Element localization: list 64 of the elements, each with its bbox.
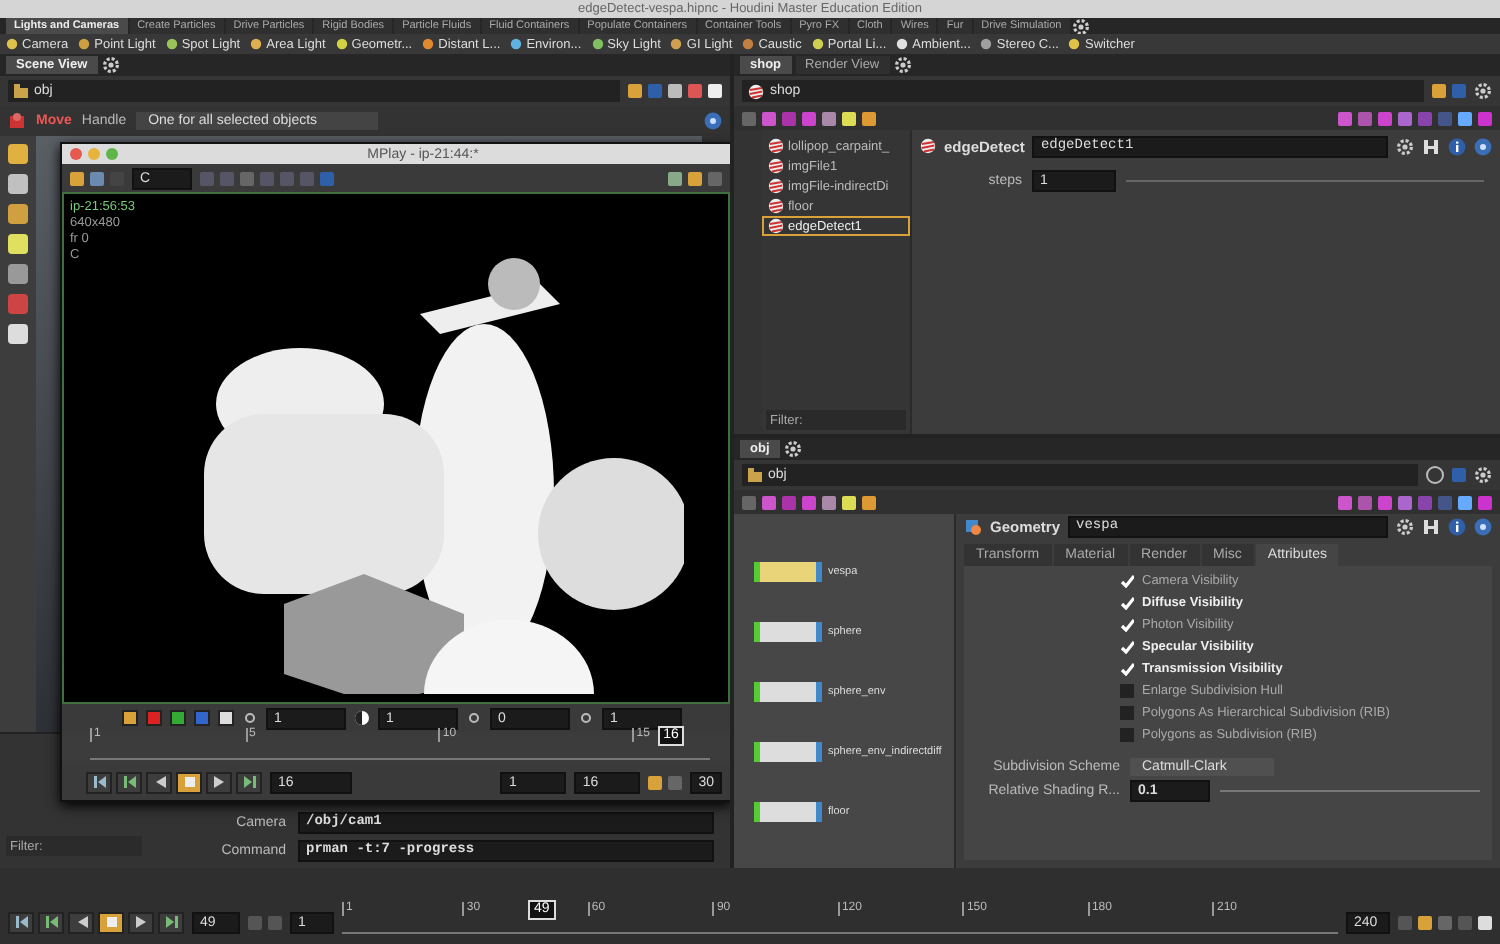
folder-icon bbox=[14, 84, 28, 98]
first-frame-icon bbox=[91, 774, 107, 790]
play-icon bbox=[211, 774, 227, 790]
close-button[interactable] bbox=[70, 148, 82, 160]
first-frame-button[interactable] bbox=[86, 771, 112, 793]
previous-key-icon bbox=[43, 914, 59, 930]
checkbox[interactable] bbox=[1120, 574, 1134, 589]
network-node[interactable] bbox=[754, 682, 822, 702]
geometry-icon bbox=[964, 518, 982, 537]
info-icon[interactable] bbox=[1448, 137, 1466, 155]
gear-icon[interactable] bbox=[101, 56, 120, 74]
play-reverse-button[interactable] bbox=[68, 911, 94, 933]
previous-key-button[interactable] bbox=[116, 771, 142, 793]
info-icon[interactable] bbox=[1448, 518, 1466, 537]
contrast-icon bbox=[354, 710, 370, 726]
shader-ball-icon bbox=[768, 138, 784, 154]
folder-icon bbox=[748, 468, 762, 482]
shader-ball-icon bbox=[768, 178, 784, 194]
gear-icon[interactable] bbox=[1474, 466, 1492, 484]
previous-key-icon bbox=[121, 774, 137, 790]
first-frame-icon bbox=[13, 914, 29, 930]
shader-ball-icon bbox=[768, 158, 784, 174]
gear-icon[interactable] bbox=[783, 440, 802, 458]
stop-button[interactable] bbox=[176, 771, 202, 793]
next-key-icon bbox=[163, 914, 179, 930]
play-reverse-icon bbox=[73, 914, 89, 930]
shader-ball-icon bbox=[768, 198, 784, 214]
zoom-button[interactable] bbox=[106, 148, 118, 160]
play-button[interactable] bbox=[128, 911, 154, 933]
checkbox[interactable] bbox=[1120, 706, 1134, 721]
move-tool-icon bbox=[8, 112, 26, 130]
gear-icon[interactable] bbox=[1396, 137, 1414, 155]
network-node[interactable] bbox=[754, 622, 822, 642]
gear-icon[interactable] bbox=[1396, 518, 1414, 537]
stop-icon bbox=[181, 774, 197, 790]
checkbox[interactable] bbox=[1120, 662, 1134, 677]
play-reverse-button[interactable] bbox=[146, 771, 172, 793]
checkbox[interactable] bbox=[1120, 640, 1134, 655]
shader-ball-icon bbox=[768, 218, 784, 234]
next-key-button[interactable] bbox=[236, 771, 262, 793]
network-node[interactable] bbox=[754, 742, 822, 762]
h-logo-icon[interactable] bbox=[1422, 518, 1440, 537]
play-reverse-icon bbox=[151, 774, 167, 790]
stop-icon bbox=[103, 914, 119, 930]
next-key-button[interactable] bbox=[158, 911, 184, 933]
first-frame-button[interactable] bbox=[8, 911, 34, 933]
gear-icon[interactable] bbox=[1071, 18, 1090, 34]
gear-icon[interactable] bbox=[893, 56, 912, 74]
checkbox[interactable] bbox=[1120, 684, 1134, 699]
shader-ball-icon bbox=[748, 83, 764, 99]
network-node[interactable] bbox=[754, 562, 822, 582]
next-key-icon bbox=[241, 774, 257, 790]
h-logo-icon[interactable] bbox=[1422, 137, 1440, 155]
play-icon bbox=[133, 914, 149, 930]
checkbox[interactable] bbox=[1120, 728, 1134, 743]
gear-icon[interactable] bbox=[1474, 82, 1492, 100]
stop-button[interactable] bbox=[98, 911, 124, 933]
network-node[interactable] bbox=[754, 802, 822, 822]
shader-ball-icon bbox=[920, 138, 936, 154]
toggle-icon[interactable] bbox=[1426, 466, 1444, 484]
checkbox[interactable] bbox=[1120, 596, 1134, 611]
checkbox[interactable] bbox=[1120, 618, 1134, 633]
previous-key-button[interactable] bbox=[38, 911, 64, 933]
play-button[interactable] bbox=[206, 771, 232, 793]
